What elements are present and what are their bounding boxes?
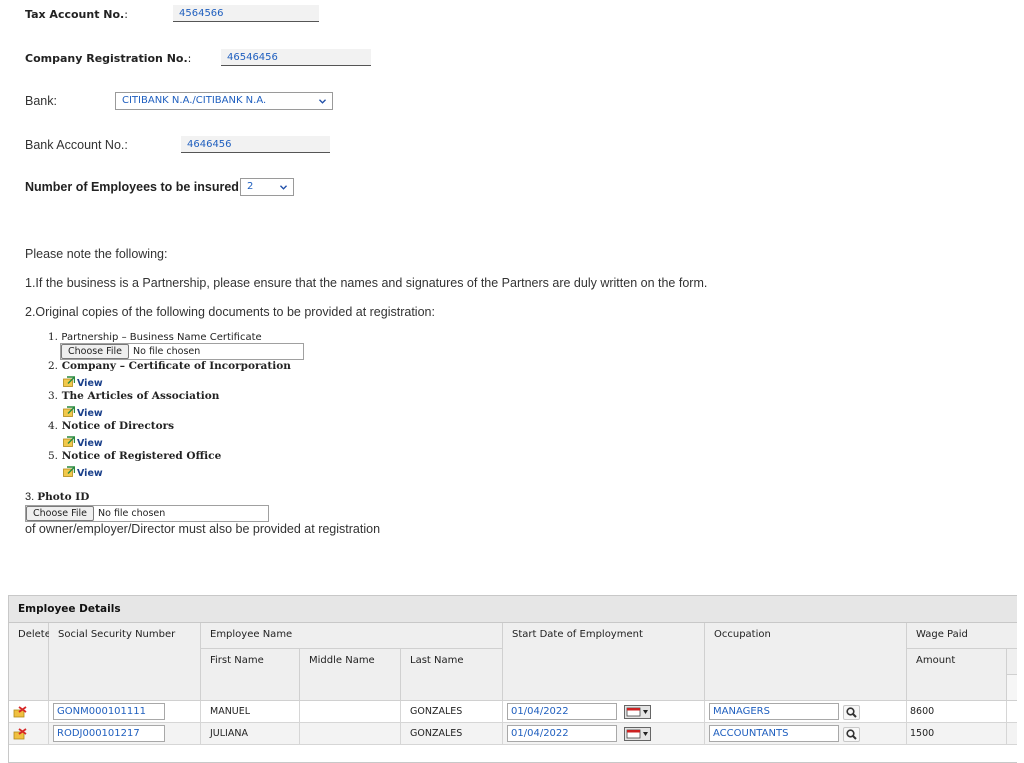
document-item-3: 3. The Articles of Association xyxy=(48,390,220,402)
header-delete: Delete xyxy=(9,623,51,701)
row-1-extra xyxy=(1007,701,1017,723)
employee-details-title: Employee Details xyxy=(9,596,1017,623)
header-last-name: Last Name xyxy=(401,649,503,701)
bank-label: Bank: xyxy=(25,94,57,108)
search-icon xyxy=(846,729,857,740)
row-1-amount: 8600 xyxy=(907,701,1007,723)
row-2-last-name: GONZALES xyxy=(401,723,503,745)
calendar-icon[interactable] xyxy=(624,727,651,741)
tax-account-label: Tax Account No.: xyxy=(25,8,128,21)
row-1-ssn-cell: GONM000101111 xyxy=(49,701,201,723)
chevron-down-icon xyxy=(319,99,326,104)
start-date-input[interactable]: 01/04/2022 xyxy=(507,725,617,742)
tax-account-field[interactable]: 4564566 xyxy=(173,5,319,22)
occupation-input[interactable]: MANAGERS xyxy=(709,703,839,720)
row-1-first-name: MANUEL xyxy=(201,701,300,723)
search-icon xyxy=(846,707,857,718)
bank-account-field[interactable]: 4646456 xyxy=(181,136,330,153)
company-registration-label: Company Registration No.: xyxy=(25,52,192,65)
header-start-date: Start Date of Employment xyxy=(503,623,705,701)
calendar-icon[interactable] xyxy=(624,705,651,719)
document-5-view-link[interactable]: View xyxy=(63,466,103,479)
document-item-5: 5. Notice of Registered Office xyxy=(48,450,222,462)
row-1-occupation-cell: MANAGERS xyxy=(705,701,907,723)
row-1-middle-name xyxy=(300,701,401,723)
delete-icon[interactable] xyxy=(13,706,27,718)
header-middle-name: Middle Name xyxy=(300,649,401,701)
view-document-icon xyxy=(63,466,75,477)
row-2-occupation-cell: ACCOUNTANTS xyxy=(705,723,907,745)
row-2-first-name: JULIANA xyxy=(201,723,300,745)
occupation-input[interactable]: ACCOUNTANTS xyxy=(709,725,839,742)
document-item-4: 4. Notice of Directors xyxy=(48,420,175,432)
file-status: No file chosen xyxy=(133,346,201,357)
occupation-search-button[interactable] xyxy=(843,705,860,720)
chevron-down-icon xyxy=(280,185,287,190)
ssn-input[interactable]: GONM000101111 xyxy=(53,703,165,720)
row-2-start-cell: 01/04/2022 xyxy=(503,723,705,745)
note-documents: 2.Original copies of the following docum… xyxy=(25,305,435,319)
header-amount: Amount xyxy=(907,649,1007,701)
note-photo-id: 3. Photo ID xyxy=(25,491,90,503)
header-wage-extra-sub xyxy=(1007,675,1017,701)
view-document-icon xyxy=(63,406,75,417)
note-photo-id-tail: of owner/employer/Director must also be … xyxy=(25,522,381,536)
start-date-input[interactable]: 01/04/2022 xyxy=(507,703,617,720)
employees-count-select[interactable]: 2 xyxy=(240,178,294,196)
ssn-input[interactable]: RODJ000101217 xyxy=(53,725,165,742)
employee-details-table: Employee Details Delete Social Security … xyxy=(8,595,1017,763)
employees-count-value: 2 xyxy=(247,181,254,192)
row-2-amount: 1500 xyxy=(907,723,1007,745)
header-employee-name: Employee Name xyxy=(201,623,503,649)
document-1-file-input[interactable]: Choose File No file chosen xyxy=(60,343,304,360)
bank-account-label: Bank Account No.: xyxy=(25,138,128,152)
employees-count-label: Number of Employees to be insured: xyxy=(25,180,244,194)
row-1-last-name: GONZALES xyxy=(401,701,503,723)
row-1-start-cell: 01/04/2022 xyxy=(503,701,705,723)
view-document-icon xyxy=(63,436,75,447)
header-ssn: Social Security Number xyxy=(49,623,201,701)
header-wage-extra xyxy=(1007,649,1017,675)
photo-id-file-input[interactable]: Choose File No file chosen xyxy=(25,505,269,522)
header-wage-paid: Wage Paid xyxy=(907,623,1017,649)
document-2-view-link[interactable]: View xyxy=(63,376,103,389)
document-item-1: 1. Partnership – Business Name Certifica… xyxy=(48,331,262,343)
document-4-view-link[interactable]: View xyxy=(63,436,103,449)
header-first-name: First Name xyxy=(201,649,300,701)
company-registration-field[interactable]: 46546456 xyxy=(221,49,371,66)
bank-select[interactable]: CITIBANK N.A./CITIBANK N.A. xyxy=(115,92,333,110)
occupation-search-button[interactable] xyxy=(843,727,860,742)
document-3-view-link[interactable]: View xyxy=(63,406,103,419)
header-occupation: Occupation xyxy=(705,623,907,701)
notes-intro: Please note the following: xyxy=(25,247,168,261)
row-2-middle-name xyxy=(300,723,401,745)
choose-file-button[interactable]: Choose File xyxy=(26,506,94,521)
row-2-ssn-cell: RODJ000101217 xyxy=(49,723,201,745)
note-partnership: 1.If the business is a Partnership, plea… xyxy=(25,276,708,290)
delete-icon[interactable] xyxy=(13,728,27,740)
row-2-extra xyxy=(1007,723,1017,745)
row-1-delete-cell xyxy=(9,701,49,723)
document-item-2: 2. Company – Certificate of Incorporatio… xyxy=(48,360,291,372)
bank-select-value: CITIBANK N.A./CITIBANK N.A. xyxy=(122,95,267,106)
file-status: No file chosen xyxy=(98,508,166,519)
row-2-delete-cell xyxy=(9,723,49,745)
view-document-icon xyxy=(63,376,75,387)
choose-file-button[interactable]: Choose File xyxy=(61,344,129,359)
